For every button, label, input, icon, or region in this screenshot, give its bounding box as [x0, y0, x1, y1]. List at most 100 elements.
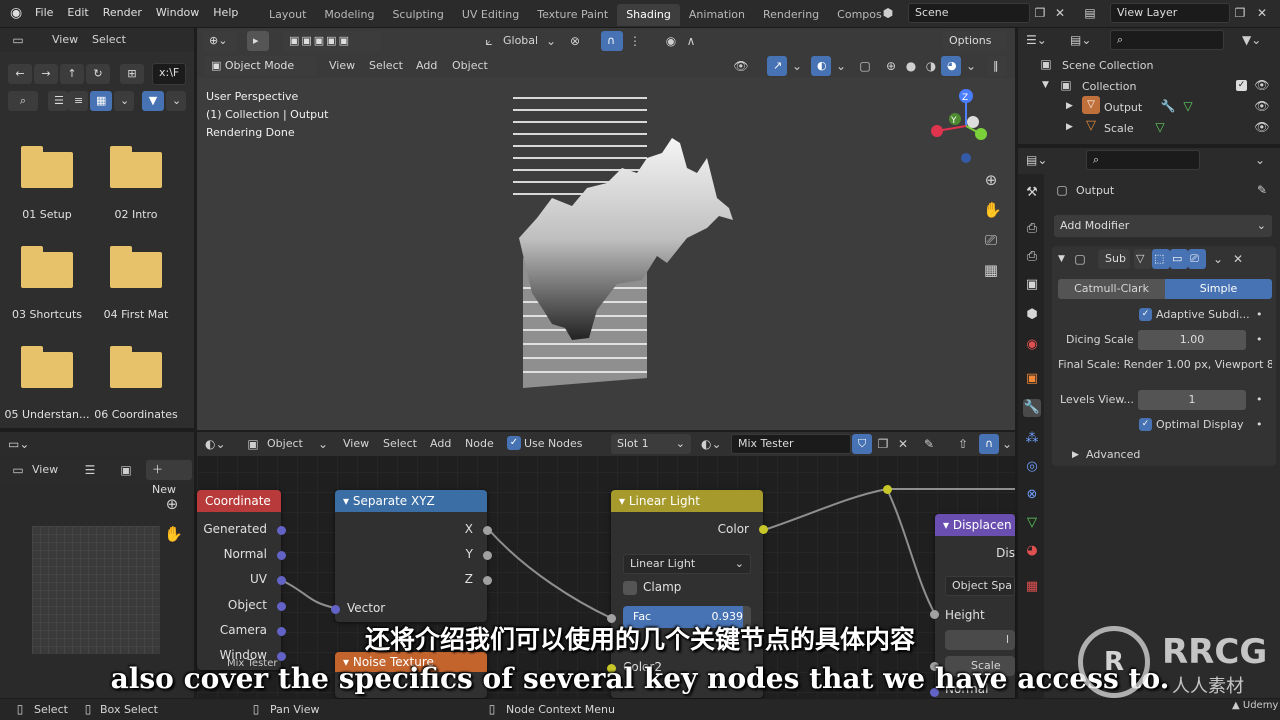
expand-chevron-icon[interactable]: ▶ [1066, 122, 1073, 132]
refresh-button[interactable]: ↻ [86, 64, 110, 84]
output-socket[interactable] [483, 551, 492, 560]
rendered-mesh[interactable] [497, 88, 757, 388]
transform-orientation-icon[interactable]: ⟀ [481, 33, 497, 49]
reroute-node[interactable] [883, 485, 892, 494]
viewport-menu-select[interactable]: Select [369, 59, 403, 72]
object-tab-icon[interactable]: ▣ [1023, 370, 1041, 388]
node-title[interactable]: ▾ Linear Light [611, 490, 763, 512]
file-menu-view[interactable]: View [52, 33, 78, 46]
expand-chevron-icon[interactable]: ▼ [1042, 80, 1049, 90]
eye-icon[interactable]: 👁 [1254, 77, 1270, 93]
folder-icon[interactable] [21, 346, 73, 388]
close-view-layer-icon[interactable]: ✕ [1254, 5, 1270, 21]
close-scene-icon[interactable]: ✕ [1052, 5, 1068, 21]
rendered-icon[interactable]: ◕ [941, 56, 961, 76]
viewport-menu-view[interactable]: View [329, 59, 355, 72]
levels-viewport-field[interactable]: 1 [1138, 390, 1246, 410]
render-tab-icon[interactable]: ⎙ [1023, 220, 1041, 238]
falloff-icon[interactable]: ∧ [683, 33, 699, 49]
outliner-item-output[interactable]: Output [1104, 101, 1142, 114]
viewport-display-icon[interactable]: ▭ [1170, 249, 1188, 269]
mesh-data-icon[interactable]: ▽ [1152, 119, 1168, 135]
select-tool-icon[interactable]: ▸ [247, 31, 269, 51]
display-detail-button[interactable]: ≡ [68, 91, 88, 111]
folder-label[interactable]: 06 Coordinates [91, 408, 181, 421]
remove-modifier-icon[interactable]: ✕ [1230, 251, 1246, 267]
particles-tab-icon[interactable]: ⁂ [1023, 430, 1041, 448]
output-socket[interactable] [277, 551, 286, 560]
search-button[interactable]: ⌕ [8, 91, 38, 111]
modifier-tab-icon[interactable]: 🔧 [1023, 399, 1041, 417]
blender-logo-icon[interactable]: ◉ [10, 5, 22, 21]
back-button[interactable]: ← [8, 64, 32, 84]
eye-icon[interactable]: 👁 [1254, 119, 1270, 135]
display-mode-icon[interactable]: ▤⌄ [1070, 32, 1091, 48]
output-tab-icon[interactable]: ⎙ [1023, 248, 1041, 266]
physics-tab-icon[interactable]: ◎ [1023, 458, 1041, 476]
outliner-search-input[interactable]: ⌕ [1110, 30, 1224, 50]
copy-view-layer-icon[interactable]: ❐ [1232, 5, 1248, 21]
folder-icon[interactable] [21, 246, 73, 288]
tab-rendering[interactable]: Rendering [754, 4, 828, 26]
mesh-data-icon[interactable]: ▽ [1180, 98, 1196, 114]
wireframe-icon[interactable]: ⊕ [883, 58, 899, 74]
mode-dropdown[interactable]: ▣ Object Mode [205, 56, 317, 76]
image-editor[interactable]: ▭⌄ ▭ View ☰ ▣ ＋ New ⊕ ✋ [0, 432, 194, 698]
snap-target-icon[interactable]: ⋮ [627, 33, 643, 49]
modifier-wrench-icon[interactable]: 🔧 [1160, 98, 1176, 114]
zoom-icon[interactable]: ⊕ [983, 172, 999, 188]
zoom-icon[interactable]: ⊕ [164, 496, 180, 512]
link-icon[interactable]: ⊗ [567, 33, 583, 49]
select-mode-icon[interactable]: ▣▣▣▣▣ [283, 31, 381, 51]
folder-label[interactable]: 01 Setup [2, 208, 92, 221]
space-dropdown[interactable]: Object Spa [945, 576, 1015, 596]
folder-icon[interactable] [110, 246, 162, 288]
texture-tab-icon[interactable]: ▦ [1023, 578, 1041, 596]
input-socket[interactable] [930, 610, 939, 619]
add-modifier-button[interactable]: Add Modifier ⌄ [1054, 215, 1272, 237]
options-button[interactable]: Options [943, 31, 1007, 51]
view-layer-icon[interactable]: ▤ [1082, 5, 1098, 21]
tab-modeling[interactable]: Modeling [315, 4, 383, 26]
menu-window[interactable]: Window [149, 0, 206, 26]
parent-folder-button[interactable]: ↑ [60, 64, 84, 84]
header-chevron-icon[interactable]: ⌄ [1252, 152, 1268, 168]
copy-scene-icon[interactable]: ❐ [1032, 5, 1048, 21]
eye-icon[interactable]: 👁 [1254, 98, 1270, 114]
folder-icon[interactable] [110, 346, 162, 388]
viewport-3d[interactable]: ⊕⌄ ▸ ▣▣▣▣▣ ⟀ Global ⌄ ⊗ ∩ ⋮ ◉ ∧ Options … [197, 28, 1015, 430]
image-menu-view[interactable]: View [32, 463, 58, 476]
data-tab-icon[interactable]: ▽ [1023, 514, 1041, 532]
viewport-menu-add[interactable]: Add [416, 59, 437, 72]
tab-layout[interactable]: Layout [260, 4, 315, 26]
collapse-chevron-icon[interactable]: ▾ [343, 494, 353, 508]
path-field[interactable]: x:\F [152, 63, 186, 85]
pan-icon[interactable]: ✋ [983, 202, 1002, 218]
input-socket[interactable] [331, 605, 340, 614]
image-browse-icon[interactable]: ▣ [118, 462, 134, 478]
pivot-chevron-icon[interactable]: ⌄ [543, 33, 559, 49]
menu-help[interactable]: Help [206, 0, 245, 26]
visibility-icon[interactable]: 👁 [733, 58, 749, 74]
editor-type-icon[interactable]: ⊕⌄ [203, 31, 237, 51]
navigation-gizmo[interactable]: Z Y [925, 86, 1009, 170]
tab-texture-paint[interactable]: Texture Paint [528, 4, 617, 26]
render-display-icon[interactable]: ⎚ [1188, 249, 1206, 269]
overlay-chevron-icon[interactable]: ⌄ [833, 58, 849, 74]
filter-button[interactable]: ▼ [142, 91, 164, 111]
view-layer-tab-icon[interactable]: ▣ [1023, 276, 1041, 294]
display-list-button[interactable]: ☰ [48, 91, 68, 111]
material-tab-icon[interactable]: ◕ [1023, 542, 1041, 560]
advanced-chevron-icon[interactable]: ▶ [1072, 450, 1079, 460]
scene-field[interactable]: Scene [908, 3, 1030, 23]
catmull-clark-tab[interactable]: Catmull-Clark [1058, 279, 1165, 299]
output-socket[interactable] [277, 526, 286, 535]
constraints-tab-icon[interactable]: ⊗ [1023, 486, 1041, 504]
file-menu-select[interactable]: Select [92, 33, 126, 46]
folder-label[interactable]: 03 Shortcuts [2, 308, 92, 321]
material-preview-icon[interactable]: ◑ [923, 58, 939, 74]
properties-search-input[interactable]: ⌕ [1086, 150, 1200, 170]
image-editor-type-icon[interactable]: ▭ [10, 462, 26, 478]
viewport-menu-object[interactable]: Object [452, 59, 488, 72]
keyframe-dot[interactable]: • [1256, 393, 1263, 406]
